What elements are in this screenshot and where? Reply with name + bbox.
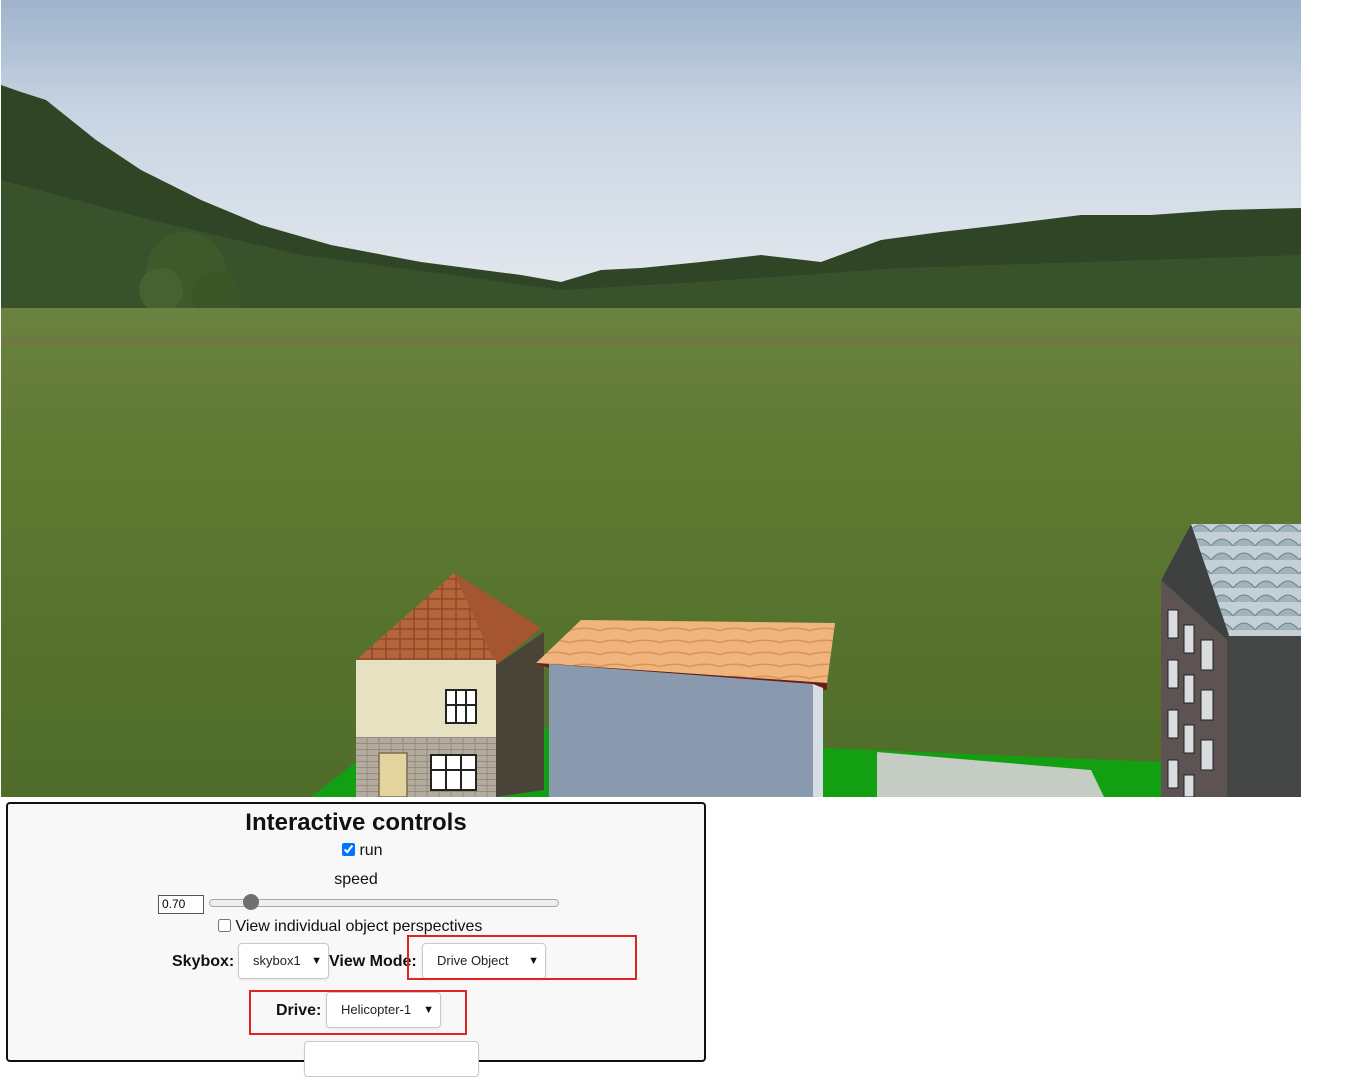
- skybox-label: Skybox:: [172, 953, 235, 970]
- perspectives-row: View individual object perspectives: [218, 918, 482, 936]
- skybox-value: skybox1: [253, 953, 301, 968]
- skybox-select[interactable]: skybox1 ▼: [238, 943, 329, 979]
- drive-highlight: [249, 990, 467, 1035]
- next-select-partial[interactable]: [304, 1041, 479, 1077]
- scene-canvas[interactable]: [1, 0, 1301, 797]
- speed-slider-thumb[interactable]: [242, 894, 259, 910]
- speed-slider-track[interactable]: [209, 899, 559, 907]
- speed-label: speed: [334, 871, 378, 888]
- perspectives-label: View individual object perspectives: [235, 918, 483, 935]
- building-tall: [1161, 524, 1301, 797]
- view-mode-highlight: [407, 935, 637, 980]
- speed-value-input[interactable]: 0.70: [158, 895, 204, 914]
- perspectives-checkbox[interactable]: [218, 919, 231, 932]
- run-label: run: [359, 842, 383, 859]
- panel-title: Interactive controls: [245, 809, 467, 836]
- run-checkbox[interactable]: [342, 843, 355, 856]
- interactive-controls-panel: Interactive controls run speed 0.70 View…: [6, 802, 706, 1077]
- chevron-down-icon: ▼: [311, 955, 322, 967]
- building-block: [536, 620, 835, 797]
- view-mode-label: View Mode:: [329, 953, 417, 970]
- run-row: run: [342, 842, 383, 860]
- scene-viewport[interactable]: [1, 0, 1301, 797]
